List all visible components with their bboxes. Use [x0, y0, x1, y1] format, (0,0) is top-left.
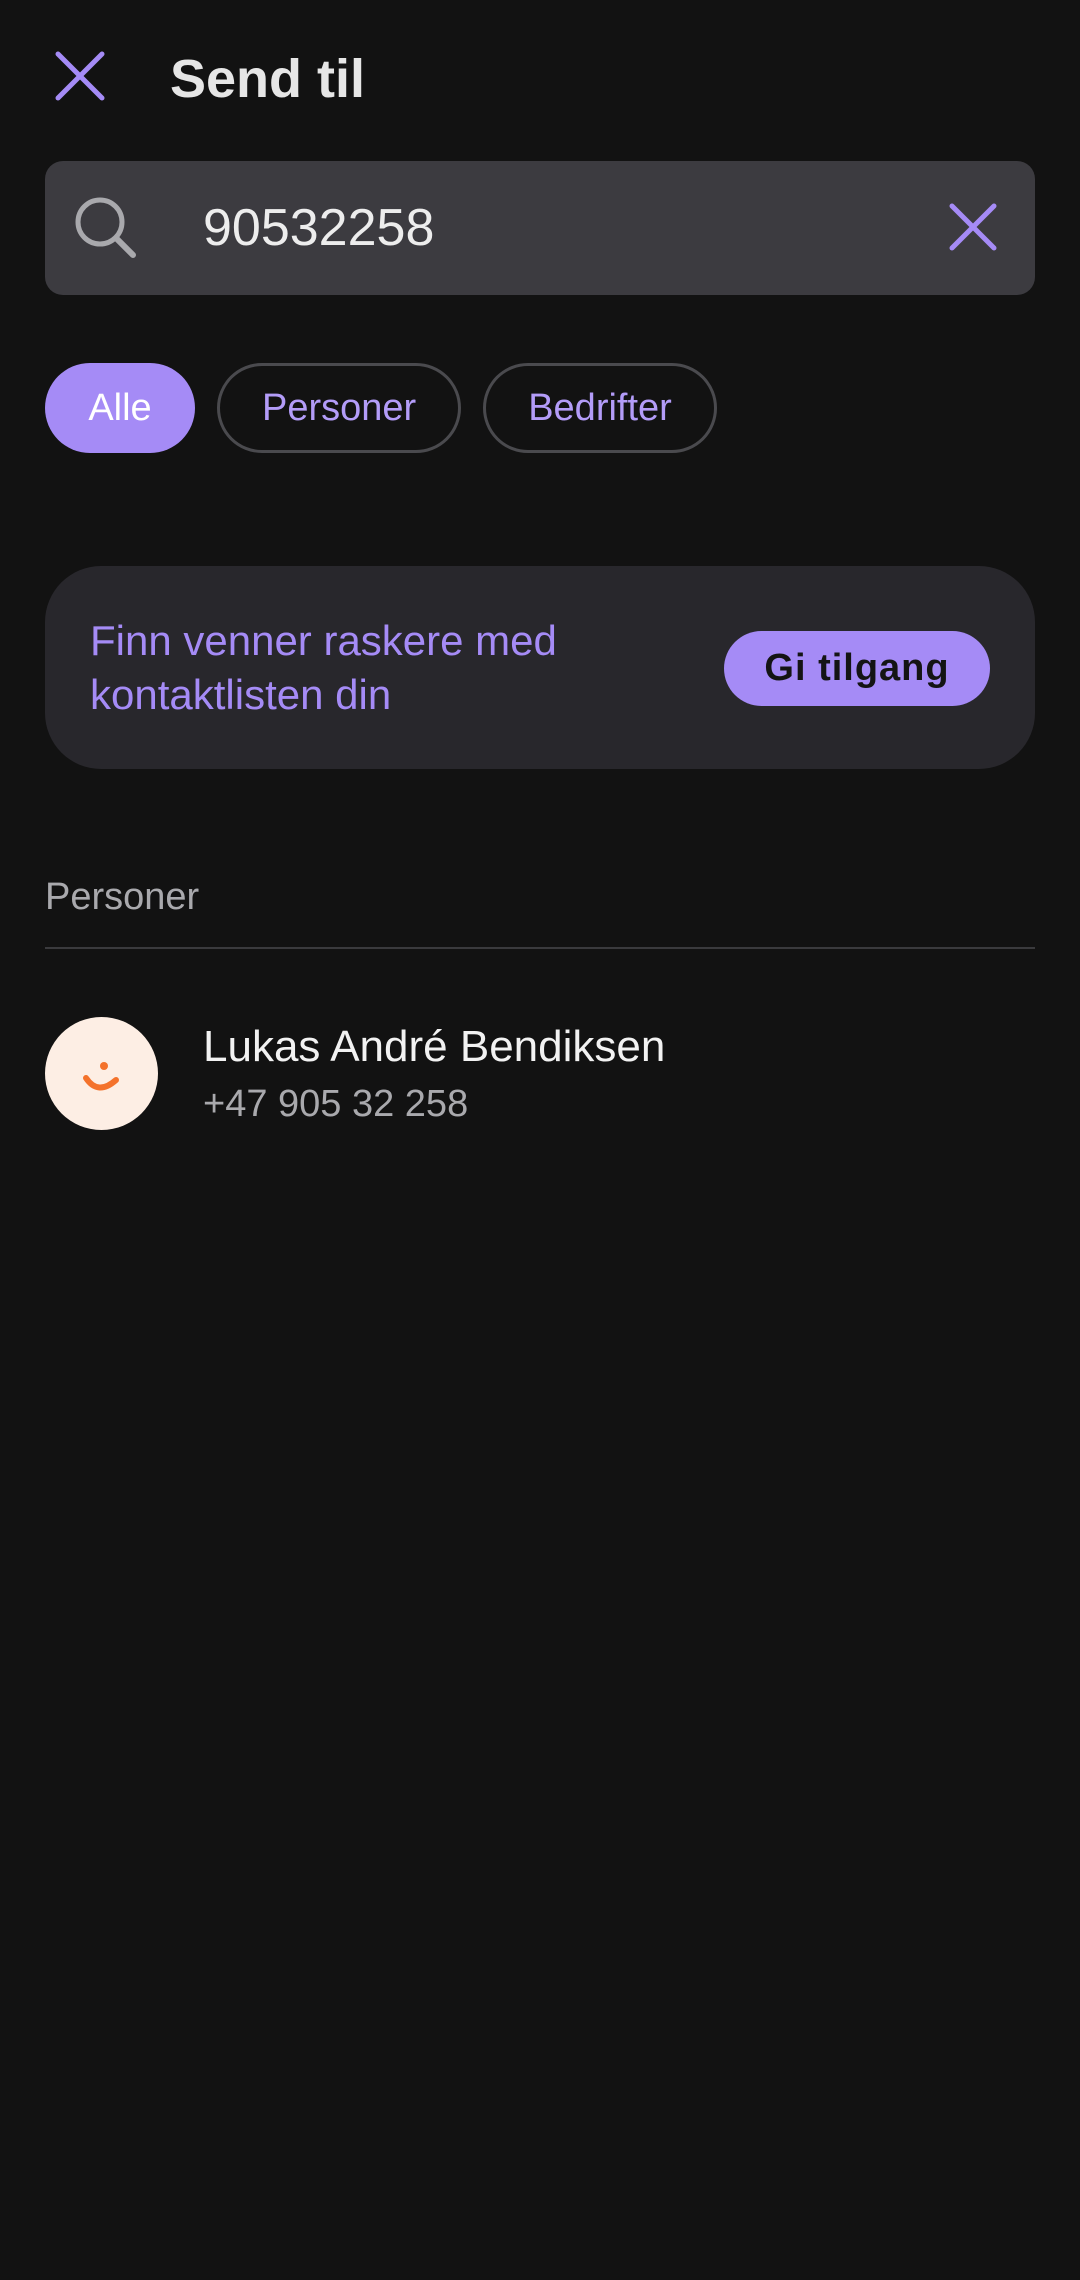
contact-access-card: Finn venner raskere med kontaktlisten di… — [45, 566, 1035, 769]
top-app-bar: Send til — [0, 0, 1080, 160]
grant-access-button[interactable]: Gi tilgang — [724, 631, 990, 706]
search-icon — [75, 197, 136, 258]
close-button[interactable] — [40, 36, 120, 116]
search-input[interactable] — [158, 183, 983, 273]
contact-access-text: Finn venner raskere med kontaktlisten di… — [90, 617, 557, 718]
section-divider — [45, 947, 1035, 949]
filter-chips: Alle Personer Bedrifter — [45, 363, 717, 453]
filter-chip-bedrifter[interactable]: Bedrifter — [483, 363, 717, 453]
filter-chip-personer[interactable]: Personer — [217, 363, 462, 453]
filter-chip-alle[interactable]: Alle — [45, 363, 195, 453]
close-icon — [55, 51, 105, 101]
avatar — [45, 1017, 158, 1130]
clear-search-button[interactable] — [933, 187, 1013, 267]
smiley-icon — [82, 1061, 119, 1090]
contact-name: Lukas André Bendiksen — [203, 1022, 666, 1071]
contact-phone: +47 905 32 258 — [203, 1083, 469, 1125]
search-bar — [45, 161, 1035, 295]
clear-icon — [949, 203, 997, 251]
contact-list-item[interactable]: Lukas André Bendiksen +47 905 32 258 — [45, 1010, 1035, 1140]
section-title: Personer — [45, 876, 200, 918]
page-title: Send til — [170, 49, 366, 109]
